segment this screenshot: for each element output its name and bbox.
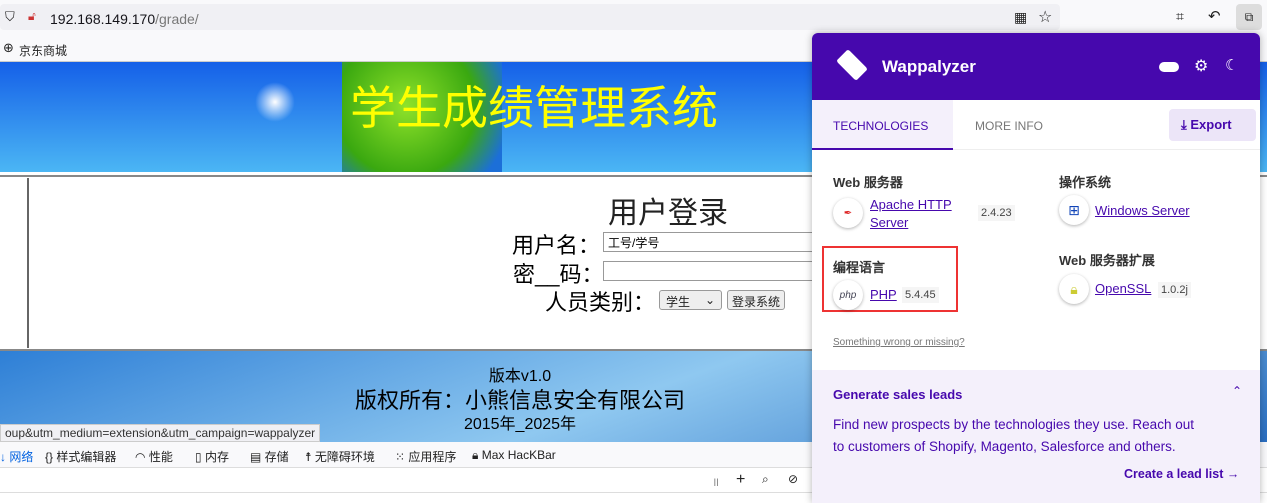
- wappalyzer-popup: Wappalyzer ⚙ ☾ TECHNOLOGIES MORE INFO ⤓ …: [812, 33, 1260, 503]
- status-bar-url: oup&utm_medium=extension&utm_campaign=wa…: [0, 424, 321, 442]
- toggle-icon[interactable]: [1159, 62, 1179, 72]
- feather-icon: ✒: [833, 198, 863, 228]
- login-button[interactable]: 登录系统: [727, 290, 786, 310]
- leads-section: Generate sales leads ⌃ Find new prospect…: [812, 370, 1260, 503]
- windows-icon: ⊞: [1059, 195, 1089, 225]
- search-icon[interactable]: ⌕: [762, 472, 769, 487]
- url-path: /grade/: [155, 11, 199, 27]
- chevron-up-icon[interactable]: ⌃: [1232, 384, 1242, 398]
- export-button[interactable]: ⤓ Export: [1169, 109, 1256, 141]
- username-input[interactable]: [603, 232, 818, 252]
- url-host: 192.168.149.170: [50, 11, 156, 27]
- export-label: Export: [1190, 117, 1232, 132]
- page-title: 学生成绩管理系统: [350, 81, 718, 135]
- devtools-tab-style-editor[interactable]: {} 样式编辑器: [45, 448, 116, 465]
- tab-more-info[interactable]: MORE INFO: [975, 119, 1043, 133]
- password-input[interactable]: [603, 261, 818, 281]
- feedback-link[interactable]: Something wrong or missing?: [833, 337, 965, 348]
- leads-title: Generate sales leads: [833, 387, 963, 402]
- tech-windows-server[interactable]: Windows Server: [1095, 203, 1190, 218]
- chevron-down-icon: ⌄: [704, 293, 715, 307]
- tab-label: 性能: [148, 450, 173, 464]
- wappalyzer-tabs: TECHNOLOGIES MORE INFO ⤓ Export: [812, 100, 1260, 150]
- version-openssl: 1.0.2j: [1158, 282, 1191, 298]
- tab-label: 存储: [264, 450, 289, 464]
- gear-icon[interactable]: ⚙: [1194, 56, 1208, 76]
- category-programming-language: 编程语言: [833, 260, 886, 275]
- lock-icon: 🔒︎: [1059, 274, 1089, 304]
- sun-image: [255, 82, 295, 122]
- category-os: 操作系统: [1059, 175, 1112, 190]
- tech-apache[interactable]: Apache HTTP Server: [870, 196, 970, 232]
- role-label: 人员类别：: [545, 290, 656, 315]
- insecure-lock-icon[interactable]: 🔓︎: [28, 9, 36, 24]
- devtools-tab-accessibility[interactable]: ☨ 无障碍环境: [305, 448, 375, 465]
- devtools-tab-storage[interactable]: ▤ 存储: [250, 448, 289, 465]
- devtools-tab-memory[interactable]: ▯ 内存: [195, 448, 229, 465]
- wappalyzer-title: Wappalyzer: [882, 57, 976, 76]
- browser-toolbar: ⛉ 🔓︎ 192.168.149.170/grade/ ▦ ☆ ⌗ ↶ ⧉: [0, 0, 1267, 33]
- username-label: 用户名：: [512, 233, 601, 258]
- qr-code-icon[interactable]: ▦: [1014, 9, 1027, 26]
- tab-label: 应用程序: [408, 450, 457, 464]
- download-icon: ⤓: [1181, 117, 1187, 132]
- wappalyzer-header: Wappalyzer ⚙ ☾: [812, 33, 1260, 100]
- role-select[interactable]: 学生 ⌄: [659, 290, 722, 310]
- leads-text: Find new prospects by the technologies t…: [833, 417, 1194, 454]
- version-php: 5.4.45: [902, 287, 939, 303]
- crop-icon[interactable]: ⌗: [1176, 8, 1184, 25]
- role-selected: 学生: [666, 295, 691, 309]
- undo-icon[interactable]: ↶: [1208, 7, 1221, 25]
- tech-php[interactable]: PHP: [870, 287, 897, 302]
- pause-icon[interactable]: ॥: [712, 473, 719, 490]
- shield-icon[interactable]: ⛉: [5, 9, 15, 25]
- login-title: 用户登录: [608, 197, 728, 230]
- tab-technologies[interactable]: TECHNOLOGIES: [812, 100, 953, 150]
- bookmark-jd[interactable]: 京东商城: [19, 42, 67, 59]
- devtools-tab-performance[interactable]: ◠ 性能: [135, 448, 173, 465]
- arrow-right-icon: →: [1226, 467, 1240, 481]
- version-apache: 2.4.23: [978, 205, 1015, 221]
- category-web-server: Web 服务器: [833, 175, 903, 190]
- tab-label: 内存: [204, 450, 229, 464]
- devtools-tab-application[interactable]: ⁙ 应用程序: [395, 448, 456, 465]
- devtools-tab-network[interactable]: ↓ 网络: [0, 448, 33, 465]
- devtools-tab-hackbar[interactable]: 🔒︎ Max HacKBar: [472, 448, 556, 463]
- url-text[interactable]: 192.168.149.170/grade/: [50, 11, 199, 27]
- tech-openssl[interactable]: OpenSSL: [1095, 281, 1151, 296]
- block-icon[interactable]: ⊘: [788, 472, 798, 486]
- php-icon: php: [833, 280, 863, 310]
- tab-label: 网络: [9, 450, 34, 464]
- tab-label: Max HacKBar: [481, 448, 556, 462]
- plus-icon[interactable]: +: [736, 471, 745, 489]
- wappalyzer-logo-icon: [836, 49, 868, 81]
- tab-label: 样式编辑器: [56, 450, 117, 464]
- cta-label: Create a lead list: [1124, 467, 1224, 481]
- create-lead-list-link[interactable]: Create a lead list →: [1124, 467, 1239, 481]
- star-icon[interactable]: ☆: [1038, 7, 1052, 27]
- moon-icon[interactable]: ☾: [1225, 56, 1238, 74]
- globe-icon: ⊕: [3, 40, 14, 55]
- category-web-server-extension: Web 服务器扩展: [1059, 253, 1155, 268]
- tab-label: 无障碍环境: [314, 450, 375, 464]
- divider: [27, 178, 29, 348]
- extensions-icon[interactable]: ⧉: [1236, 4, 1262, 30]
